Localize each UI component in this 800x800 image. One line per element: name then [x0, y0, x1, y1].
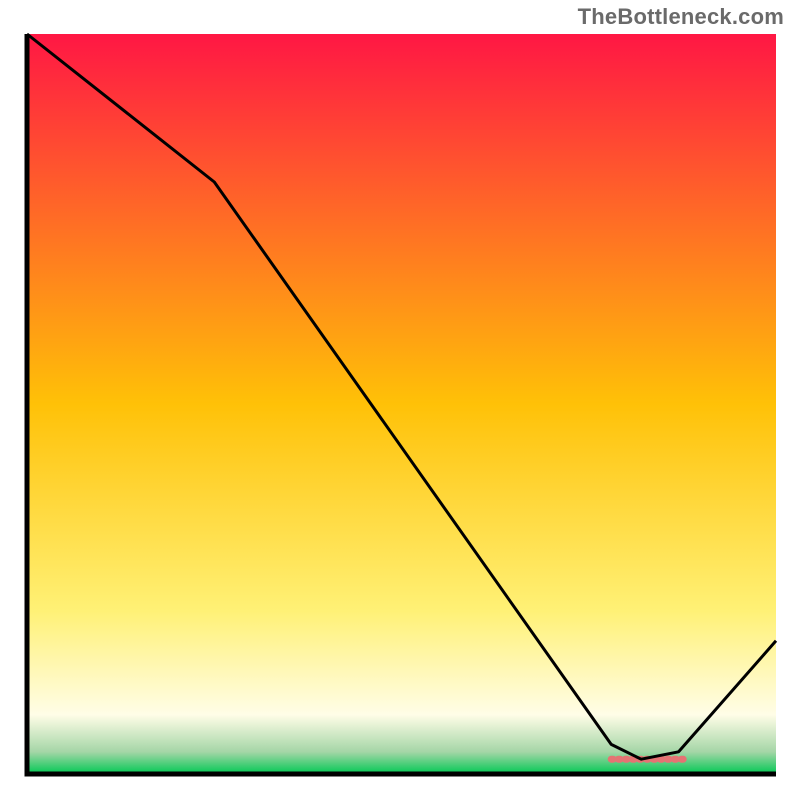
chart-background	[27, 34, 776, 774]
chart-svg	[22, 32, 778, 780]
bottleneck-chart	[22, 32, 778, 780]
watermark-text: TheBottleneck.com	[578, 4, 784, 30]
